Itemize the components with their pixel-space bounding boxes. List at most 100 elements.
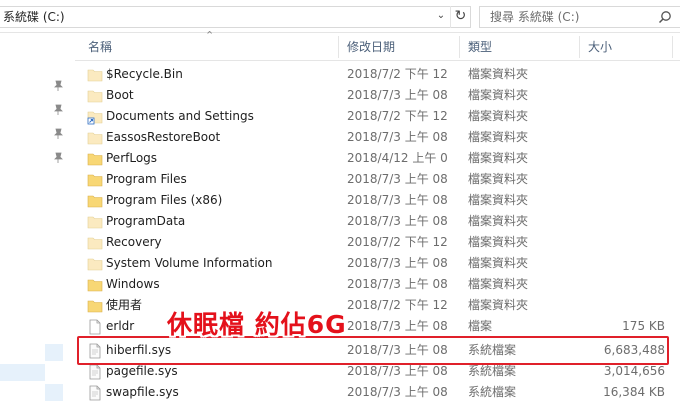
- file-name: Program Files (x86): [106, 193, 223, 207]
- file-date: 2018/7/3 上午 08: [347, 256, 448, 270]
- pin-icon[interactable]: [52, 104, 64, 116]
- file-type: 檔案資料夾: [468, 298, 529, 312]
- file-name: Windows: [106, 277, 160, 291]
- file-name: EassosRestoreBoot: [106, 130, 221, 144]
- file-date: 2018/7/3 上午 08: [347, 319, 448, 333]
- column-divider[interactable]: [338, 36, 339, 58]
- file-date: 2018/7/3 上午 08: [347, 130, 448, 144]
- column-header-type[interactable]: 類型: [468, 33, 492, 61]
- file-date: 2018/7/2 下午 12: [347, 109, 448, 123]
- nav-selection-fragment: [45, 344, 63, 361]
- file-row[interactable]: Program Files 2018/7/3 上午 08 檔案資料夾: [75, 169, 680, 190]
- file-type: 檔案資料夾: [468, 109, 529, 123]
- file-name: Program Files: [106, 172, 187, 186]
- file-row[interactable]: System Volume Information 2018/7/3 上午 08…: [75, 253, 680, 274]
- address-bar[interactable]: 系統碟 (C:): [0, 6, 471, 28]
- file-row[interactable]: EassosRestoreBoot 2018/7/3 上午 08 檔案資料夾: [75, 127, 680, 148]
- file-type: 檔案: [468, 319, 493, 333]
- address-toolbar: 系統碟 (C:) ⌄ ↻ 搜尋 系統碟 (C:): [0, 0, 680, 33]
- file-size: 16,384 KB: [603, 385, 665, 399]
- file-name: Boot: [106, 88, 134, 102]
- column-divider[interactable]: [672, 36, 673, 58]
- file-name: 使用者: [106, 298, 143, 312]
- folder-icon: [87, 151, 103, 167]
- file-row[interactable]: swapfile.sys 2018/7/3 上午 08 系統檔案 16,384 …: [75, 382, 680, 403]
- system-file-icon: [87, 364, 103, 380]
- folder-icon: [87, 172, 103, 188]
- file-type: 檔案資料夾: [468, 235, 529, 249]
- file-row[interactable]: Boot 2018/7/3 上午 08 檔案資料夾: [75, 85, 680, 106]
- file-type: 檔案資料夾: [468, 88, 529, 102]
- column-divider[interactable]: [579, 36, 580, 58]
- file-date: 2018/7/3 上午 08: [347, 214, 448, 228]
- file-type: 檔案資料夾: [468, 67, 529, 81]
- file-row[interactable]: Recovery 2018/7/2 下午 12 檔案資料夾: [75, 232, 680, 253]
- folder-icon: [87, 277, 103, 293]
- file-date: 2018/7/3 上午 08: [347, 88, 448, 102]
- file-date: 2018/7/2 下午 12: [347, 67, 448, 81]
- file-name: System Volume Information: [106, 256, 273, 270]
- folder-pale-icon: [87, 88, 103, 104]
- sort-ascending-icon: ⌃: [205, 29, 215, 42]
- folder-pale-icon: [87, 235, 103, 251]
- file-row[interactable]: 使用者 2018/7/2 下午 12 檔案資料夾: [75, 295, 680, 316]
- pin-icon[interactable]: [52, 128, 64, 140]
- file-row[interactable]: PerfLogs 2018/4/12 上午 0 檔案資料夾: [75, 148, 680, 169]
- file-name: ProgramData: [106, 214, 186, 228]
- chevron-down-icon[interactable]: ⌄: [432, 6, 450, 28]
- file-type: 檔案資料夾: [468, 277, 529, 291]
- file-type: 檔案資料夾: [468, 193, 529, 207]
- folder-shortcut-icon: [87, 109, 103, 125]
- file-name: $Recycle.Bin: [106, 67, 183, 81]
- search-icon: [658, 11, 671, 24]
- file-date: 2018/7/3 上午 08: [347, 385, 448, 399]
- column-divider[interactable]: [459, 36, 460, 58]
- file-size: 175 KB: [622, 319, 665, 333]
- column-header-row: ⌃ 名稱 修改日期 類型 大小: [75, 29, 680, 61]
- file-row[interactable]: erldr 2018/7/3 上午 08 檔案 175 KB: [75, 316, 680, 337]
- file-date: 2018/7/2 下午 12: [347, 298, 448, 312]
- column-header-size[interactable]: 大小: [588, 33, 612, 61]
- folder-pale-icon: [87, 67, 103, 83]
- file-type: 檔案資料夾: [468, 172, 529, 186]
- file-name: PerfLogs: [106, 151, 158, 165]
- pin-icon[interactable]: [52, 80, 64, 92]
- file-date: 2018/7/3 上午 08: [347, 193, 448, 207]
- column-header-name[interactable]: 名稱: [88, 33, 112, 61]
- folder-pale-icon: [87, 130, 103, 146]
- search-input[interactable]: 搜尋 系統碟 (C:): [479, 6, 680, 28]
- folder-pale-icon: [87, 214, 103, 230]
- file-row[interactable]: ProgramData 2018/7/3 上午 08 檔案資料夾: [75, 211, 680, 232]
- annotation-label: 休眠檔 約佔6G: [167, 310, 347, 339]
- file-type: 系統檔案: [468, 385, 517, 399]
- nav-selection-fragment: [45, 384, 63, 401]
- folder-icon: [87, 193, 103, 209]
- file-name: swapfile.sys: [106, 385, 179, 399]
- file-row[interactable]: Windows 2018/7/3 上午 08 檔案資料夾: [75, 274, 680, 295]
- file-type: 檔案資料夾: [468, 256, 529, 270]
- pin-icon[interactable]: [52, 152, 64, 164]
- file-row[interactable]: Documents and Settings 2018/7/2 下午 12 檔案…: [75, 106, 680, 127]
- file-row[interactable]: $Recycle.Bin 2018/7/2 下午 12 檔案資料夾: [75, 64, 680, 85]
- file-icon: [87, 319, 103, 335]
- folder-pale-icon: [87, 256, 103, 272]
- refresh-icon[interactable]: ↻: [450, 6, 470, 28]
- navigation-pane: [0, 33, 75, 407]
- file-type: 檔案資料夾: [468, 214, 529, 228]
- file-name: Recovery: [106, 235, 162, 249]
- system-file-icon: [87, 385, 103, 401]
- file-type: 檔案資料夾: [468, 130, 529, 144]
- file-type: 檔案資料夾: [468, 151, 529, 165]
- folder-icon: [87, 298, 103, 314]
- file-row[interactable]: Program Files (x86) 2018/7/3 上午 08 檔案資料夾: [75, 190, 680, 211]
- file-name: Documents and Settings: [106, 109, 254, 123]
- address-path: 系統碟 (C:): [3, 10, 65, 24]
- search-placeholder: 搜尋 系統碟 (C:): [490, 10, 580, 24]
- file-date: 2018/4/12 上午 0: [347, 151, 448, 165]
- highlight-box: [77, 336, 669, 365]
- file-name: erldr: [106, 319, 135, 333]
- file-date: 2018/7/3 上午 08: [347, 277, 448, 291]
- file-date: 2018/7/3 上午 08: [347, 172, 448, 186]
- column-header-date[interactable]: 修改日期: [347, 33, 395, 61]
- nav-selection-fragment: [0, 364, 45, 381]
